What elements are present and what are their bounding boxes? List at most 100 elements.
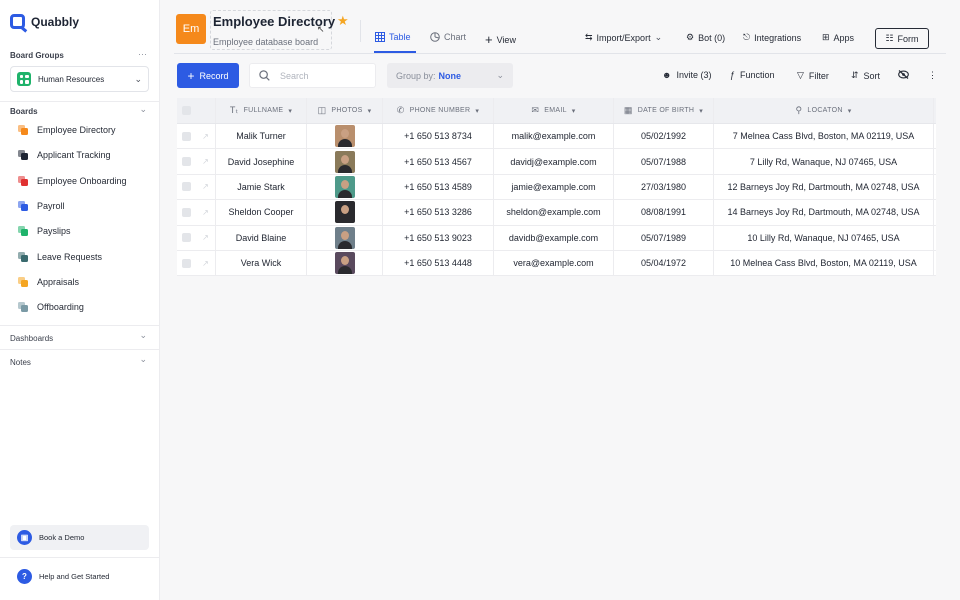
row-checkbox[interactable] xyxy=(182,182,191,192)
table-row[interactable]: ↗ David Josephine +1 650 513 4567 davidj@ex… xyxy=(177,149,936,175)
cell-location[interactable]: 12 Barneys Joy Rd, Dartmouth, MA 02748, … xyxy=(714,174,934,200)
avatar[interactable] xyxy=(334,252,355,275)
integrations-button[interactable]: ⎋ Integrations xyxy=(743,32,801,43)
star-icon[interactable]: ★ xyxy=(337,13,349,29)
import-export-button[interactable]: ⇆ Import/Export ⌄ xyxy=(585,32,662,43)
column-header-location[interactable]: ⚲ LOCATON ▾ xyxy=(714,98,934,123)
cell-phone[interactable]: +1 650 513 4567 xyxy=(383,149,494,174)
row-expand-cell[interactable]: ↗ xyxy=(196,124,216,149)
row-select-cell[interactable] xyxy=(177,175,196,199)
row-select-cell[interactable] xyxy=(177,200,196,224)
bot-button[interactable]: ⚙ Bot (0) xyxy=(686,32,725,43)
expand-icon[interactable]: ↗ xyxy=(202,157,209,166)
row-checkbox[interactable] xyxy=(182,207,191,217)
column-header-photos[interactable]: ◫ PHOTOS ▾ xyxy=(307,98,383,123)
column-header-dob[interactable]: ▦ DATE OF BIRTH ▾ xyxy=(614,98,714,123)
row-expand-cell[interactable]: ↗ xyxy=(196,174,216,200)
dashboards-label[interactable]: Dashboards xyxy=(10,334,53,343)
row-checkbox[interactable] xyxy=(182,233,191,243)
column-header-email[interactable]: ✉ EMAIL ▾ xyxy=(494,98,614,123)
chevron-down-icon[interactable]: ▾ xyxy=(288,107,292,115)
cell-phone[interactable]: +1 650 513 9023 xyxy=(383,225,494,250)
cell-location[interactable]: 7 Lilly Rd, Wanaque, NJ 07465, USA xyxy=(714,149,934,174)
cell-phone[interactable]: +1 650 513 4589 xyxy=(383,174,494,200)
cell-photo[interactable] xyxy=(307,149,383,174)
row-select-cell[interactable] xyxy=(177,124,196,148)
cell-fullname[interactable]: David Josephine xyxy=(216,149,307,174)
cell-photo[interactable] xyxy=(307,225,383,250)
table-row[interactable]: ↗ Malik Turner +1 650 513 8734 malik@exampl… xyxy=(177,124,936,150)
cell-photo[interactable] xyxy=(307,124,383,149)
sidebar-item-board[interactable]: Appraisals xyxy=(18,274,79,290)
table-row[interactable]: ↗ David Blaine +1 650 513 9023 davidb@examp… xyxy=(177,225,936,251)
expand-icon[interactable]: ↗ xyxy=(202,182,209,191)
cell-dob[interactable]: 05/02/1992 xyxy=(614,124,714,149)
sidebar-item-board[interactable]: Applicant Tracking xyxy=(18,147,111,163)
chevron-down-icon[interactable]: ▾ xyxy=(848,107,852,115)
row-expand-cell[interactable]: ↗ xyxy=(196,149,216,174)
add-record-button[interactable]: + Record xyxy=(177,63,239,88)
avatar[interactable] xyxy=(334,226,355,249)
group-by-select[interactable]: Group by: None ⌄ xyxy=(387,63,513,88)
cell-email[interactable]: jamie@example.com xyxy=(494,174,614,200)
row-expand-cell[interactable]: ↗ xyxy=(196,225,216,250)
row-expand-cell[interactable]: ↗ xyxy=(196,250,216,276)
tab-chart[interactable]: Chart xyxy=(430,32,466,42)
board-group-select[interactable]: Human Resources ⌄ xyxy=(10,66,149,92)
cell-photo[interactable] xyxy=(307,250,383,276)
chevron-down-icon[interactable]: ▾ xyxy=(475,107,479,115)
column-header-fullname[interactable]: Tₜ FULLNAME ▾ xyxy=(216,98,307,123)
sidebar-item-board[interactable]: Offboarding xyxy=(18,299,84,315)
expand-icon[interactable]: ↗ xyxy=(202,233,209,242)
cell-location[interactable]: 10 Lilly Rd, Wanaque, NJ 07465, USA xyxy=(714,225,934,250)
avatar[interactable] xyxy=(334,125,355,148)
cell-dob[interactable]: 05/07/1988 xyxy=(614,149,714,174)
invite-button[interactable]: ☻ Invite (3) xyxy=(662,70,712,80)
row-select-cell[interactable] xyxy=(177,251,196,275)
expand-icon[interactable]: ↗ xyxy=(202,259,209,268)
row-expand-cell[interactable]: ↗ xyxy=(196,200,216,225)
row-select-cell[interactable] xyxy=(177,226,196,250)
cell-photo[interactable] xyxy=(307,200,383,225)
cell-email[interactable]: davidb@example.com xyxy=(494,225,614,250)
cell-photo[interactable] xyxy=(307,174,383,200)
expand-icon[interactable]: ↗ xyxy=(202,208,209,217)
table-row[interactable]: ↗ Vera Wick +1 650 513 4448 vera@example.co… xyxy=(177,250,936,277)
cell-phone[interactable]: +1 650 513 3286 xyxy=(383,200,494,225)
app-logo[interactable]: Quabbly xyxy=(10,14,79,29)
sidebar-item-board[interactable]: Employee Onboarding xyxy=(18,173,127,189)
cell-phone[interactable]: +1 650 513 4448 xyxy=(383,250,494,276)
cell-dob[interactable]: 05/04/1972 xyxy=(614,250,714,276)
dashboards-chevron-icon[interactable]: ⌄ xyxy=(139,330,147,341)
function-button[interactable]: ƒ Function xyxy=(730,70,775,80)
chevron-down-icon[interactable]: ▾ xyxy=(699,107,703,115)
cell-fullname[interactable]: Vera Wick xyxy=(216,250,307,276)
search-input[interactable] xyxy=(280,70,360,81)
column-header-phone[interactable]: ✆ PHONE NUMBER ▾ xyxy=(383,98,494,123)
avatar[interactable] xyxy=(334,175,355,198)
notes-chevron-icon[interactable]: ⌄ xyxy=(139,354,147,365)
board-avatar[interactable]: Em xyxy=(176,14,206,44)
more-options-icon[interactable]: ⋮ xyxy=(928,70,937,81)
expand-icon[interactable]: ↗ xyxy=(202,132,209,141)
select-all-cell[interactable] xyxy=(177,98,196,123)
row-checkbox[interactable] xyxy=(182,258,191,268)
cell-phone[interactable]: +1 650 513 8734 xyxy=(383,124,494,149)
chevron-down-icon[interactable]: ▾ xyxy=(572,107,576,115)
book-demo-button[interactable]: ▣ Book a Demo xyxy=(10,525,149,550)
tab-add-view[interactable]: + View xyxy=(485,32,516,47)
table-row[interactable]: ↗ Jamie Stark +1 650 513 4589 jamie@example… xyxy=(177,174,936,201)
notes-label[interactable]: Notes xyxy=(10,358,31,367)
cell-email[interactable]: sheldon@example.com xyxy=(494,200,614,225)
sidebar-item-board[interactable]: Employee Directory xyxy=(18,122,116,138)
board-groups-more-icon[interactable]: ··· xyxy=(138,49,147,59)
cell-email[interactable]: davidj@example.com xyxy=(494,149,614,174)
cell-dob[interactable]: 08/08/1991 xyxy=(614,200,714,225)
form-button[interactable]: ☷ Form xyxy=(875,28,929,49)
search-box[interactable] xyxy=(249,63,376,88)
avatar[interactable] xyxy=(334,201,355,224)
cell-fullname[interactable]: Jamie Stark xyxy=(216,174,307,200)
row-checkbox[interactable] xyxy=(182,157,191,167)
row-checkbox[interactable] xyxy=(182,131,191,141)
avatar[interactable] xyxy=(334,150,355,173)
